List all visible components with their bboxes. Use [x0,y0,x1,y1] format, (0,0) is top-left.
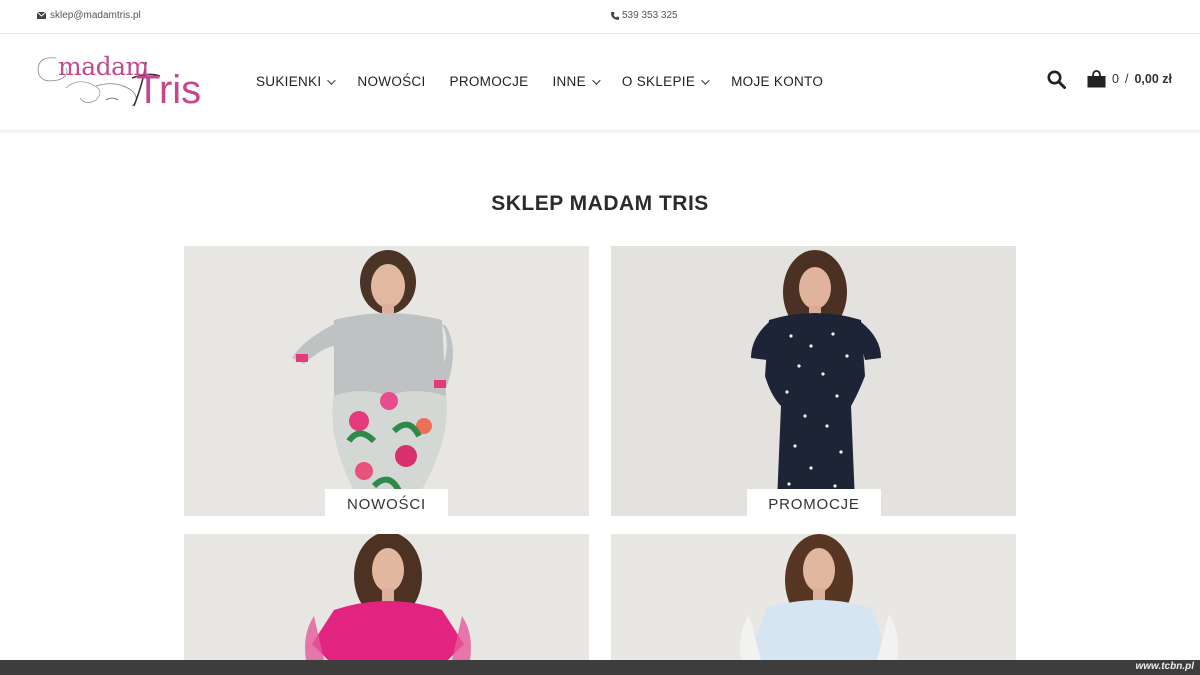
nav-label: O SKLEPIE [621,74,696,89]
watermark-text: www.tcbn.pl [1135,661,1194,672]
category-tile-4[interactable] [611,534,1016,660]
logo[interactable]: madam Tris [36,50,206,114]
shopping-bag-icon [1087,70,1106,88]
nav-label: SUKIENKI [256,74,322,89]
email-contact[interactable]: sklep@madamtris.pl [37,10,141,21]
main-nav: SUKIENKI NOWOŚCI PROMOCJE INNE O SKLEPIE… [256,74,847,89]
cart-count: 0 [1112,72,1119,86]
chevron-down-icon [701,75,710,85]
product-photo [184,246,589,516]
nav-item-moje-konto[interactable]: MOJE KONTO [731,74,823,89]
cart-button[interactable]: 0 / 0,00 zł [1087,70,1172,88]
nav-label: PROMOCJE [449,74,529,89]
phone-contact[interactable]: 539 353 325 [611,10,678,21]
envelope-icon [37,12,46,19]
nav-item-o-sklepie[interactable]: O SKLEPIE [621,74,710,89]
logo-word-tris: Tris [136,68,202,112]
page-title: SKLEP MADAM TRIS [491,192,709,215]
nav-item-nowosci[interactable]: NOWOŚCI [357,74,425,89]
email-text: sklep@madamtris.pl [50,10,141,21]
nav-item-sukienki[interactable]: SUKIENKI [256,74,337,89]
chevron-down-icon [327,75,337,85]
tile-label: PROMOCJE [747,489,881,516]
cart-separator: / [1124,72,1129,86]
nav-item-promocje[interactable]: PROMOCJE [450,74,529,89]
product-photo [184,534,589,660]
category-tile-3[interactable] [184,534,589,660]
nav-label: INNE [552,74,586,89]
category-tile-nowosci[interactable]: NOWOŚCI [184,246,589,516]
product-photo [611,246,1016,516]
chevron-down-icon [592,75,601,85]
nav-label: NOWOŚCI [357,74,426,89]
nav-label: MOJE KONTO [731,74,824,89]
watermark-bar: www.tcbn.pl [0,660,1200,675]
tile-label: NOWOŚCI [325,489,448,516]
phone-text: 539 353 325 [622,10,678,21]
product-photo [611,534,1016,660]
top-bar: sklep@madamtris.pl 539 353 325 [0,0,1200,34]
phone-icon [611,11,619,20]
nav-item-inne[interactable]: INNE [552,74,601,89]
cart-total: 0,00 zł [1134,72,1172,86]
search-icon [1047,70,1066,89]
site-header: madam Tris SUKIENKI NOWOŚCI PROMOCJE INN… [0,34,1200,131]
search-button[interactable] [1047,70,1066,94]
category-tile-promocje[interactable]: PROMOCJE [611,246,1016,516]
